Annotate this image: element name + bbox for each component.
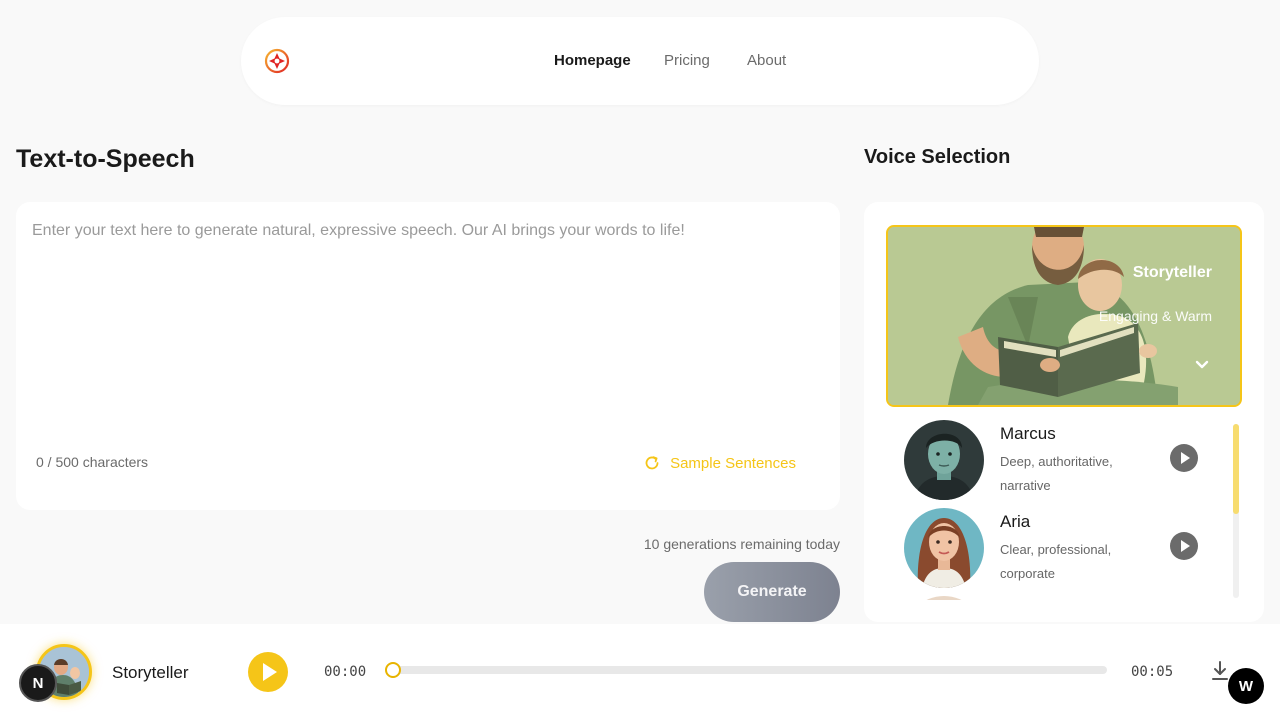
voice-list: Marcus Deep, authoritative, narrative Ar… xyxy=(864,420,1264,600)
audio-player: Storyteller 00:00 00:05 xyxy=(0,624,1280,720)
featured-voice-description: Engaging & Warm xyxy=(1098,308,1212,324)
play-button[interactable] xyxy=(248,652,288,692)
nav-link-about[interactable]: About xyxy=(747,52,786,69)
n-badge-button[interactable]: N xyxy=(19,664,57,702)
progress-bar[interactable] xyxy=(385,662,1107,678)
tts-text-input[interactable] xyxy=(32,222,824,412)
generations-remaining: 10 generations remaining today xyxy=(643,536,840,552)
avatar-aria xyxy=(904,508,984,588)
progress-knob[interactable] xyxy=(385,662,401,678)
voice-name: Marcus xyxy=(1000,424,1056,443)
voice-name: Aria xyxy=(1000,512,1031,531)
generate-button[interactable]: Generate xyxy=(704,562,840,622)
tts-title: Text-to-Speech xyxy=(16,145,195,173)
refresh-icon xyxy=(645,456,659,470)
sample-sentences-button[interactable]: Sample Sentences xyxy=(644,452,796,474)
voice-item-aria[interactable]: Aria Clear, professional, corporate xyxy=(864,508,1234,592)
scrollbar-thumb[interactable] xyxy=(1233,424,1239,514)
voice-selection-title: Voice Selection xyxy=(864,146,1011,168)
voice-description: Deep, authoritative, narrative xyxy=(1000,454,1113,493)
nav-link-homepage[interactable]: Homepage xyxy=(554,52,631,69)
featured-voice-card[interactable]: Storyteller Engaging & Warm xyxy=(886,225,1242,407)
voice-list-scrollbar[interactable] xyxy=(1233,424,1239,598)
chevron-down-icon[interactable] xyxy=(1194,357,1210,373)
player-voice-name: Storyteller xyxy=(112,663,189,682)
play-preview-button-marcus[interactable] xyxy=(1170,444,1198,472)
character-count: 0 / 500 characters xyxy=(36,454,149,470)
voice-item-partial[interactable] xyxy=(864,596,1234,600)
tts-card: 0 / 500 characters Sample Sentences xyxy=(16,202,840,510)
play-preview-button-aria[interactable] xyxy=(1170,532,1198,560)
avatar-partial xyxy=(904,596,984,600)
w-badge-button[interactable]: W xyxy=(1228,668,1264,704)
voice-item-marcus[interactable]: Marcus Deep, authoritative, narrative xyxy=(864,420,1234,504)
duration-time: 00:05 xyxy=(1131,664,1174,680)
top-navbar: Homepage Pricing About xyxy=(241,17,1039,105)
avatar-marcus xyxy=(904,420,984,500)
nav-link-pricing[interactable]: Pricing xyxy=(664,52,710,69)
download-icon[interactable] xyxy=(1210,660,1230,682)
sample-sentences-label: Sample Sentences xyxy=(670,454,796,472)
voice-selection-card: Storyteller Engaging & Warm Marcus Deep,… xyxy=(864,202,1264,622)
nav-links: Homepage Pricing About xyxy=(241,17,1039,105)
current-time: 00:00 xyxy=(324,664,367,680)
featured-voice-name: Storyteller xyxy=(1132,264,1212,281)
voice-description: Clear, professional, corporate xyxy=(1000,542,1112,581)
